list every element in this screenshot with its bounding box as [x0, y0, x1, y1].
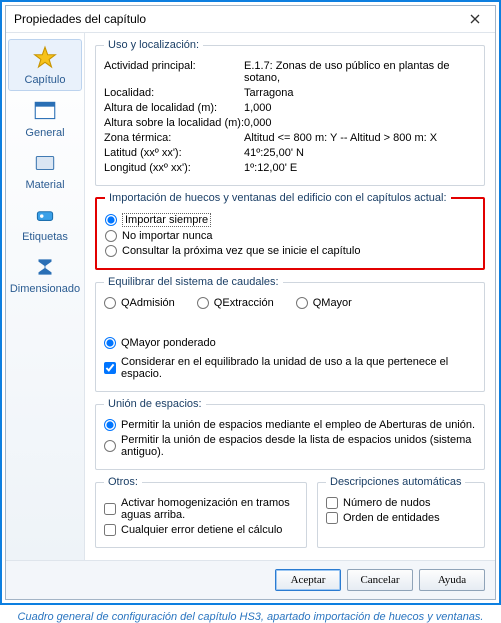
group-otros: Otros: Activar homogenización en tramos … [95, 476, 307, 548]
field-value: Altitud <= 800 m: Y -- Altitud > 800 m: … [244, 132, 476, 144]
tag-icon [31, 201, 59, 229]
cancel-button[interactable]: Cancelar [347, 569, 413, 591]
radio-qmayor-ponderado[interactable]: QMayor ponderado [104, 337, 216, 349]
check-homogenizacion[interactable]: Activar homogenización en tramos aguas a… [104, 497, 298, 521]
sidebar-item-label: Etiquetas [22, 231, 68, 243]
star-icon [31, 44, 59, 72]
radio-label: QAdmisión [121, 297, 175, 309]
check-error-detiene[interactable]: Cualquier error detiene el cálculo [104, 524, 298, 536]
radio-label: QExtracción [214, 297, 274, 309]
radio-label: No importar nunca [122, 230, 213, 242]
radio-qadmision[interactable]: QAdmisión [104, 297, 175, 309]
group-legend: Uso y localización: [104, 39, 203, 51]
field-label: Longitud (xxº xx'): [104, 162, 244, 174]
group-descripciones: Descripciones automáticas Número de nudo… [317, 476, 485, 548]
close-icon[interactable] [455, 6, 495, 32]
check-label: Considerar en el equilibrado la unidad d… [121, 356, 476, 380]
group-caudales: Equilibrar del sistema de caudales: QAdm… [95, 276, 485, 392]
material-icon [31, 149, 59, 177]
sidebar-item-dimensionado[interactable]: Dimensionado [9, 249, 81, 299]
group-legend: Descripciones automáticas [326, 476, 465, 488]
field-label: Actividad principal: [104, 60, 244, 72]
sidebar-item-label: General [25, 127, 64, 139]
check-label: Número de nudos [343, 497, 430, 509]
sidebar: Capítulo General Material Etiquetas [6, 33, 85, 560]
group-legend: Equilibrar del sistema de caudales: [104, 276, 283, 288]
field-value: 0,000 [244, 117, 476, 129]
check-label: Orden de entidades [343, 512, 440, 524]
sidebar-item-material[interactable]: Material [9, 145, 81, 195]
window-icon [31, 97, 59, 125]
field-label: Latitud (xxº xx'): [104, 147, 244, 159]
radio-importar-siempre[interactable]: Importar siempre [105, 213, 475, 227]
radio-label: Importar siempre [122, 213, 211, 227]
group-legend: Importación de huecos y ventanas del edi… [105, 192, 451, 204]
check-label: Activar homogenización en tramos aguas a… [121, 497, 298, 521]
sidebar-item-label: Dimensionado [10, 283, 80, 295]
sidebar-item-etiquetas[interactable]: Etiquetas [9, 197, 81, 247]
check-numero-nudos[interactable]: Número de nudos [326, 497, 476, 509]
radio-no-importar[interactable]: No importar nunca [105, 230, 475, 242]
sidebar-item-general[interactable]: General [9, 93, 81, 143]
window-title: Propiedades del capítulo [14, 12, 146, 26]
group-legend: Otros: [104, 476, 142, 488]
check-considerar-equilibrado[interactable]: Considerar en el equilibrado la unidad d… [104, 356, 476, 380]
field-label: Localidad: [104, 87, 244, 99]
radio-qextraccion[interactable]: QExtracción [197, 297, 274, 309]
figure-caption: Cuadro general de configuración del capí… [0, 605, 501, 623]
ok-button[interactable]: Aceptar [275, 569, 341, 591]
radio-label: QMayor ponderado [121, 337, 216, 349]
sigma-icon [31, 253, 59, 281]
group-importacion: Importación de huecos y ventanas del edi… [95, 192, 485, 270]
field-value: E.1.7: Zonas de uso público en plantas d… [244, 60, 476, 84]
radio-label: Consultar la próxima vez que se inicie e… [122, 245, 360, 257]
sidebar-item-capitulo[interactable]: Capítulo [8, 39, 82, 91]
radio-consultar[interactable]: Consultar la próxima vez que se inicie e… [105, 245, 475, 257]
field-label: Altura de localidad (m): [104, 102, 244, 114]
group-legend: Unión de espacios: [104, 398, 206, 410]
radio-label: Permitir la unión de espacios desde la l… [121, 434, 476, 458]
check-orden-entidades[interactable]: Orden de entidades [326, 512, 476, 524]
group-uso: Uso y localización: Actividad principal:… [95, 39, 485, 186]
radio-union-lista[interactable]: Permitir la unión de espacios desde la l… [104, 434, 476, 458]
field-value: Tarragona [244, 87, 476, 99]
field-label: Zona térmica: [104, 132, 244, 144]
help-button[interactable]: Ayuda [419, 569, 485, 591]
radio-label: QMayor [313, 297, 352, 309]
radio-label: Permitir la unión de espacios mediante e… [121, 419, 475, 431]
check-label: Cualquier error detiene el cálculo [121, 524, 282, 536]
field-label: Altura sobre la localidad (m): [104, 117, 244, 129]
sidebar-item-label: Capítulo [25, 74, 66, 86]
field-value: 41º:25,00' N [244, 147, 476, 159]
button-bar: Aceptar Cancelar Ayuda [6, 560, 495, 599]
radio-union-aberturas[interactable]: Permitir la unión de espacios mediante e… [104, 419, 476, 431]
group-union: Unión de espacios: Permitir la unión de … [95, 398, 485, 470]
radio-qmayor[interactable]: QMayor [296, 297, 352, 309]
field-value: 1º:12,00' E [244, 162, 476, 174]
titlebar: Propiedades del capítulo [6, 6, 495, 33]
sidebar-item-label: Material [25, 179, 64, 191]
field-value: 1,000 [244, 102, 476, 114]
